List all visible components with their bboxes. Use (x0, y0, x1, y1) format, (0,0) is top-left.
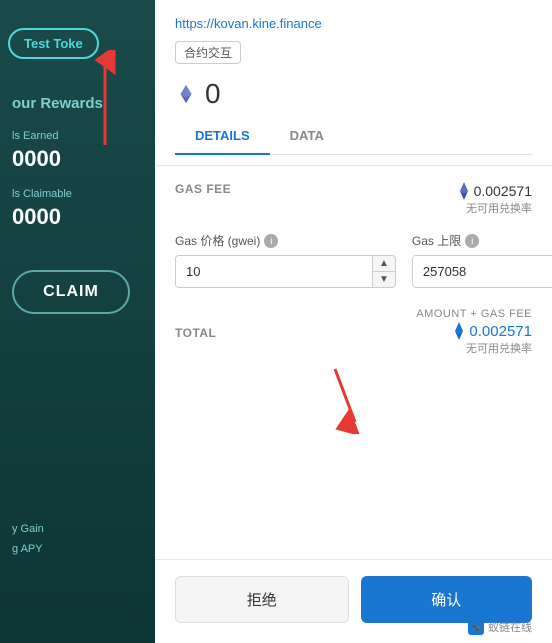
dapp-url[interactable]: https://kovan.kine.finance (175, 16, 532, 31)
gas-fee-eth-row: 0.002571 (458, 182, 532, 200)
gas-price-input[interactable] (176, 256, 372, 287)
eth-diamond-icon (175, 83, 197, 105)
modal-body: GAS FEE 0.002571 无可用兑换率 Gas 价格 (gwei) i (155, 166, 552, 559)
earned-value: 0000 (12, 146, 103, 172)
gas-price-info-icon[interactable]: i (264, 234, 278, 248)
gas-fee-row: GAS FEE 0.002571 无可用兑换率 (175, 182, 532, 216)
tab-details[interactable]: DETAILS (175, 118, 270, 155)
total-eth-row: 0.002571 (453, 322, 532, 340)
claimable-label: ls Claimable (12, 188, 103, 200)
watermark-icon: 🐜 (468, 619, 484, 635)
gas-price-increment[interactable]: ▲ (373, 256, 395, 272)
modal-header: https://kovan.kine.finance 合约交互 0 DETAIL… (155, 0, 552, 166)
gas-limit-info-icon[interactable]: i (465, 234, 479, 248)
earned-label: ls Earned (12, 130, 103, 142)
gas-price-label: Gas 价格 (gwei) (175, 232, 260, 249)
reject-button[interactable]: 拒绝 (175, 576, 349, 623)
total-eth-icon (453, 322, 465, 340)
total-row: TOTAL 0.002571 无可用兑换率 (175, 322, 532, 360)
svg-text:🐜: 🐜 (472, 623, 482, 632)
bottom-labels: y Gain g APY (12, 523, 44, 563)
gas-price-col: Gas 价格 (gwei) i ▲ ▼ (175, 232, 396, 288)
arrow-down-container (175, 364, 532, 424)
metamask-modal: https://kovan.kine.finance 合约交互 0 DETAIL… (155, 0, 552, 643)
gain-label: y Gain (12, 523, 44, 535)
gas-inputs-row: Gas 价格 (gwei) i ▲ ▼ Gas 上限 i (175, 232, 532, 288)
rewards-title: our Rewards (12, 95, 103, 112)
gas-limit-col: Gas 上限 i ▲ ▼ (412, 232, 552, 288)
total-value-col: 0.002571 无可用兑换率 (453, 322, 532, 360)
gas-limit-label: Gas 上限 (412, 232, 461, 249)
rewards-section: our Rewards ls Earned 0000 ls Claimable … (12, 95, 103, 246)
watermark: 🐜 蚁链在线 (468, 619, 532, 635)
eth-amount-row: 0 (175, 78, 532, 110)
watermark-text: 蚁链在线 (488, 619, 532, 635)
gas-limit-input-wrapper: ▲ ▼ (412, 255, 552, 288)
left-panel: Test Toke our Rewards ls Earned 0000 ls … (0, 0, 155, 643)
confirm-button[interactable]: 确认 (361, 576, 533, 623)
arrow-down-icon (295, 364, 375, 434)
claim-button[interactable]: CLAIM (12, 270, 130, 314)
total-value: 0.002571 (469, 323, 532, 340)
total-no-exchange: 无可用兑换率 (453, 340, 532, 356)
amount-gas-label: AMOUNT + GAS FEE (175, 308, 532, 320)
tab-data[interactable]: DATA (270, 118, 344, 155)
gas-limit-label-row: Gas 上限 i (412, 232, 552, 249)
gas-limit-input[interactable] (413, 256, 552, 287)
contract-tag: 合约交互 (175, 41, 241, 64)
gas-fee-value: 0.002571 (474, 183, 532, 199)
gas-fee-value-col: 0.002571 无可用兑换率 (458, 182, 532, 216)
tabs-row: DETAILS DATA (175, 118, 532, 155)
test-token-button[interactable]: Test Toke (8, 28, 99, 59)
claimable-value: 0000 (12, 204, 103, 230)
gas-fee-label: GAS FEE (175, 182, 231, 196)
eth-zero-amount: 0 (205, 78, 221, 110)
gas-fee-no-exchange: 无可用兑换率 (458, 200, 532, 216)
gas-price-decrement[interactable]: ▼ (373, 272, 395, 287)
gas-fee-eth-icon (458, 182, 470, 200)
gas-price-label-row: Gas 价格 (gwei) i (175, 232, 396, 249)
gas-price-stepper: ▲ ▼ (372, 256, 395, 287)
total-section: AMOUNT + GAS FEE TOTAL 0.002571 无可用兑换率 (175, 308, 532, 360)
gas-price-input-wrapper: ▲ ▼ (175, 255, 396, 288)
total-label: TOTAL (175, 322, 216, 340)
apy-label: g APY (12, 543, 44, 555)
